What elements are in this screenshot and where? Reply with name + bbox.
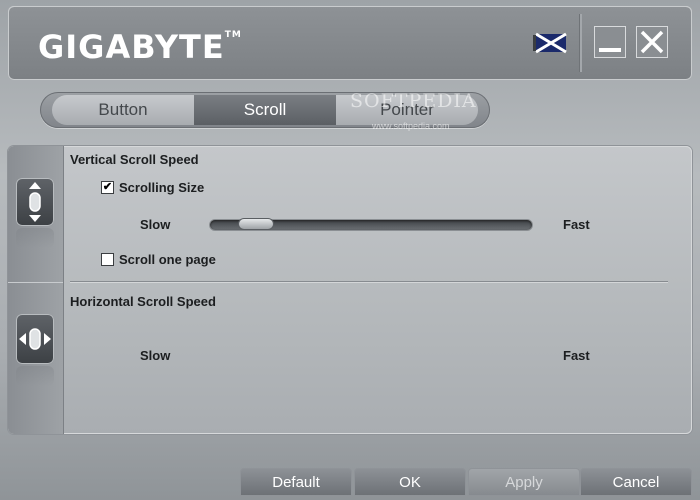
vertical-slow-label: Slow xyxy=(140,217,171,232)
close-button[interactable] xyxy=(636,26,668,58)
tab-button[interactable]: Button xyxy=(52,95,194,125)
scrolling-size-checkbox[interactable]: ✔ xyxy=(101,181,114,194)
vertical-scroll-icon xyxy=(16,178,54,226)
default-button[interactable]: Default xyxy=(240,468,352,496)
flag-icon xyxy=(533,32,567,54)
checkbox-checkmark: ✔ xyxy=(102,181,113,193)
close-icon xyxy=(640,30,664,54)
scroll-one-page-label: Scroll one page xyxy=(119,252,216,267)
title-divider xyxy=(579,14,582,72)
cancel-button[interactable]: Cancel xyxy=(580,468,692,496)
logo-text: GIGABYTE xyxy=(38,28,225,66)
language-flag-button[interactable] xyxy=(532,30,568,56)
horizontal-fast-label: Fast xyxy=(563,348,590,363)
horizontal-scroll-icon xyxy=(16,314,54,364)
minimize-icon xyxy=(599,48,621,52)
section-divider xyxy=(70,281,668,283)
icon-reflection xyxy=(16,366,54,386)
apply-button[interactable]: Apply xyxy=(468,468,580,496)
side-separator xyxy=(8,282,63,283)
tab-pointer[interactable]: Pointer xyxy=(336,95,478,125)
horizontal-slow-label: Slow xyxy=(140,348,171,363)
tab-bar: Button Scroll Pointer xyxy=(40,92,490,128)
scroll-one-page-checkbox[interactable] xyxy=(101,253,114,266)
vertical-scroll-title: Vertical Scroll Speed xyxy=(70,152,199,167)
vertical-speed-slider[interactable] xyxy=(210,219,532,230)
vertical-fast-label: Fast xyxy=(563,217,590,232)
tab-scroll[interactable]: Scroll xyxy=(194,95,336,125)
side-column xyxy=(8,146,64,434)
ok-button[interactable]: OK xyxy=(354,468,466,496)
minimize-button[interactable] xyxy=(594,26,626,58)
trademark: TM xyxy=(224,30,242,40)
horizontal-scroll-title: Horizontal Scroll Speed xyxy=(70,294,216,309)
slider-thumb[interactable] xyxy=(238,219,273,229)
title-bar: GIGABYTETM xyxy=(8,6,692,80)
icon-reflection xyxy=(16,228,54,248)
scrolling-size-label: Scrolling Size xyxy=(119,180,205,195)
settings-panel: Vertical Scroll Speed ✔ Scrolling Size S… xyxy=(8,146,692,434)
gigabyte-logo: GIGABYTETM xyxy=(38,28,242,66)
